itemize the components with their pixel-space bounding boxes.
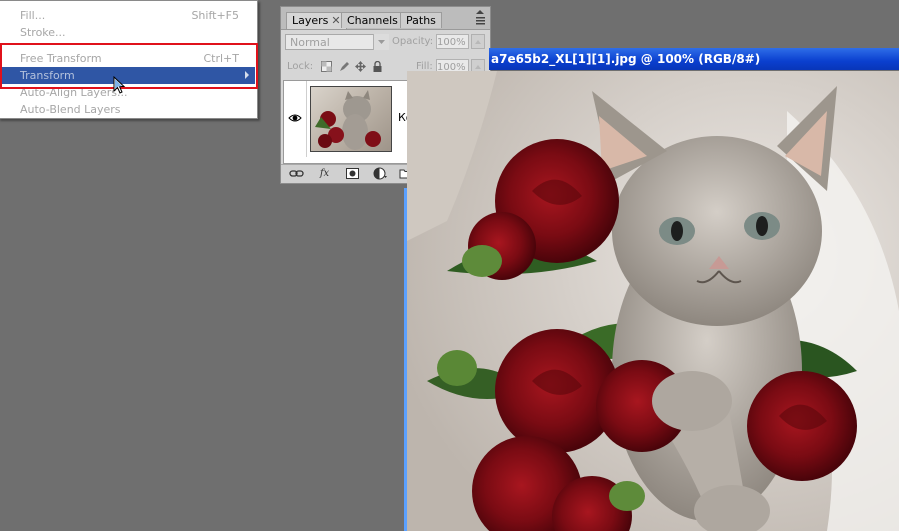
tab-label: Paths [406, 14, 436, 27]
lock-all-icon[interactable] [372, 61, 383, 72]
lock-paint-icon[interactable] [339, 61, 350, 72]
tab-channels[interactable]: Channels [341, 12, 404, 28]
lock-move-icon[interactable] [355, 61, 366, 72]
chevron-down-icon[interactable] [373, 34, 389, 50]
document-title-bar[interactable]: a7e65b2_XL[1][1].jpg @ 100% (RGB/8#) [489, 48, 899, 70]
menu-item-fill[interactable]: Fill... Shift+F5 [0, 7, 255, 24]
opacity-label: Opacity: [392, 36, 434, 47]
edit-menu: Fill... Shift+F5 Stroke... Free Transfor… [0, 0, 258, 119]
adjustment-layer-icon[interactable] [373, 167, 388, 180]
menu-item-free-transform[interactable]: Free Transform Ctrl+T [0, 50, 255, 67]
opacity-value: 100% [437, 37, 466, 48]
tab-label: Channels [347, 14, 398, 27]
blend-mode-value: Normal [290, 36, 330, 49]
menu-item-shortcut: Shift+F5 [191, 9, 239, 22]
tab-layers[interactable]: Layers ✕ [286, 12, 347, 29]
visibility-toggle[interactable] [284, 81, 307, 157]
link-layers-icon[interactable] [289, 167, 304, 180]
menu-item-label: Stroke... [20, 26, 66, 39]
panel-menu-icon[interactable] [474, 9, 486, 27]
menu-item-label: Free Transform [20, 52, 102, 65]
menu-item-label: Auto-Align Layers... [20, 86, 128, 99]
mask-icon[interactable] [345, 167, 360, 180]
lock-transparent-icon[interactable] [321, 61, 332, 72]
tab-label: Layers [292, 14, 329, 27]
kitten-with-roses-photo [407, 71, 899, 531]
menu-item-label: Auto-Blend Layers [20, 103, 121, 116]
eye-icon[interactable] [288, 113, 302, 123]
blend-opacity-row: Normal Opacity: 100% [285, 34, 486, 52]
menu-item-shortcut: Ctrl+T [203, 52, 239, 65]
submenu-arrow-icon [245, 71, 249, 79]
menu-item-label: Transform [20, 69, 75, 82]
opacity-field[interactable]: 100% [436, 34, 469, 49]
menu-item-stroke[interactable]: Stroke... [0, 24, 255, 41]
menu-item-auto-align-layers[interactable]: Auto-Align Layers... [0, 84, 255, 101]
layer-thumbnail [310, 86, 392, 152]
menu-item-label: Fill... [20, 9, 46, 22]
close-tab-icon[interactable]: ✕ [331, 14, 340, 27]
menu-item-transform[interactable]: Transform [0, 67, 255, 84]
image-canvas[interactable] [407, 71, 899, 531]
opacity-slider-button[interactable] [471, 34, 485, 49]
mouse-cursor-icon [113, 76, 126, 94]
fx-icon[interactable]: fx [317, 167, 332, 180]
panel-tab-bar: Layers ✕ Channels Paths [281, 7, 490, 30]
menu-item-auto-blend-layers[interactable]: Auto-Blend Layers [0, 101, 255, 118]
document-title: a7e65b2_XL[1][1].jpg @ 100% (RGB/8#) [491, 52, 761, 66]
lock-label: Lock: [287, 61, 314, 72]
tab-paths[interactable]: Paths [400, 12, 442, 28]
menu-separator [3, 44, 253, 45]
